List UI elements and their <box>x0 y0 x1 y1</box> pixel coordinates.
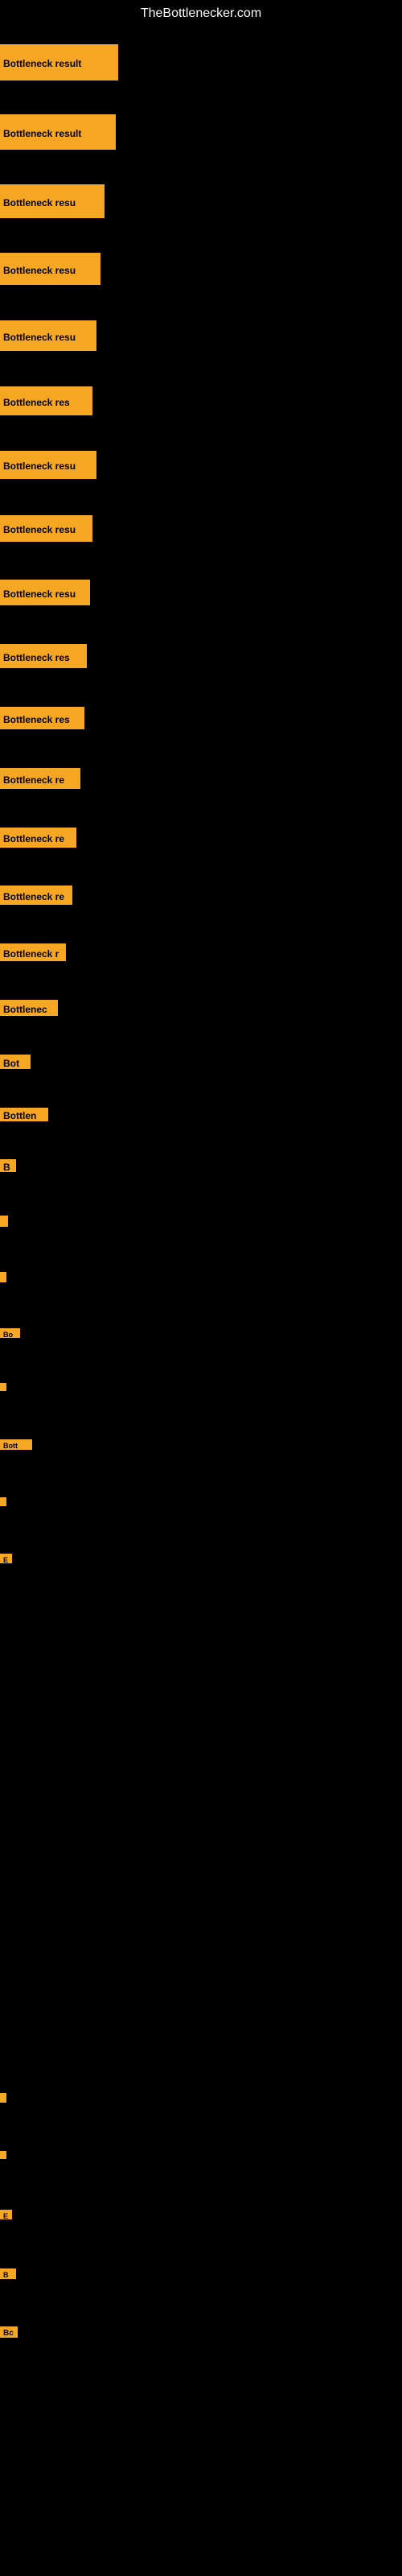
bar-label: Bottleneck resu <box>0 320 96 351</box>
bar-label: Bottleneck re <box>0 886 72 905</box>
bar-item: Bottleneck resu <box>0 580 90 605</box>
bar-item: Bottleneck re <box>0 886 72 905</box>
bar-item: Bottleneck resu <box>0 320 96 351</box>
site-title: TheBottlenecker.com <box>0 0 402 27</box>
bar-item: Bc <box>0 2326 18 2338</box>
bar-label: Bottleneck res <box>0 386 92 415</box>
bar-item: Bottleneck resu <box>0 451 96 479</box>
bar-item <box>0 1272 6 1282</box>
bar-item: E <box>0 2210 12 2219</box>
bar-item: Bottleneck re <box>0 768 80 789</box>
bar-label: Bottleneck result <box>0 44 118 80</box>
bar-label: Bottleneck re <box>0 768 80 789</box>
bar-label: Bottleneck r <box>0 943 66 961</box>
bar-item: Bottleneck res <box>0 386 92 415</box>
bar-label <box>0 2151 6 2159</box>
bar-item <box>0 1216 8 1227</box>
bar-label: Bc <box>0 2326 18 2338</box>
bar-item: Bott <box>0 1439 32 1450</box>
bar-label: Bottleneck resu <box>0 184 105 218</box>
bar-item: Bottleneck re <box>0 828 76 848</box>
bar-label <box>0 1383 6 1391</box>
bar-label: Bottleneck resu <box>0 515 92 542</box>
bar-item: Bottleneck resu <box>0 253 100 285</box>
bar-item: Bottleneck resu <box>0 184 105 218</box>
bar-label: Bottleneck result <box>0 114 116 150</box>
bar-label: E <box>0 2210 12 2219</box>
bar-item: Bottleneck res <box>0 644 87 668</box>
bar-label: Bot <box>0 1055 31 1069</box>
bar-item: E <box>0 1554 12 1563</box>
bar-label: Bottleneck re <box>0 828 76 848</box>
bar-label <box>0 2093 6 2103</box>
bar-label: Bottleneck resu <box>0 580 90 605</box>
bar-item: Bottleneck resu <box>0 515 92 542</box>
bar-label: B <box>0 1159 16 1172</box>
bar-label: Bo <box>0 1328 20 1338</box>
bar-label <box>0 1272 6 1282</box>
bar-label: Bottlenec <box>0 1000 58 1016</box>
bar-item: B <box>0 1159 16 1172</box>
bar-label: B <box>0 2268 16 2279</box>
bar-label: Bottlen <box>0 1108 48 1121</box>
bar-item: B <box>0 2268 16 2279</box>
bar-label: Bottleneck res <box>0 644 87 668</box>
bar-item: Bottleneck r <box>0 943 66 961</box>
bar-item <box>0 1497 3 1506</box>
bar-label: Bottleneck resu <box>0 253 100 285</box>
bar-item: Bottleneck result <box>0 44 118 80</box>
bar-label: Bottleneck resu <box>0 451 96 479</box>
bar-label <box>0 1216 8 1227</box>
bar-label: E <box>0 1554 12 1563</box>
bar-item: Bottleneck res <box>0 707 84 729</box>
bar-item <box>0 1383 4 1391</box>
bar-item <box>0 2151 3 2159</box>
bar-label <box>0 1497 6 1506</box>
bar-item: Bottlen <box>0 1108 48 1121</box>
bar-label: Bottleneck res <box>0 707 84 729</box>
bar-item: Bo <box>0 1328 20 1338</box>
bar-item <box>0 2093 4 2103</box>
bar-item: Bottlenec <box>0 1000 58 1016</box>
bar-item: Bot <box>0 1055 31 1069</box>
bar-label: Bott <box>0 1439 32 1450</box>
bar-item: Bottleneck result <box>0 114 116 150</box>
